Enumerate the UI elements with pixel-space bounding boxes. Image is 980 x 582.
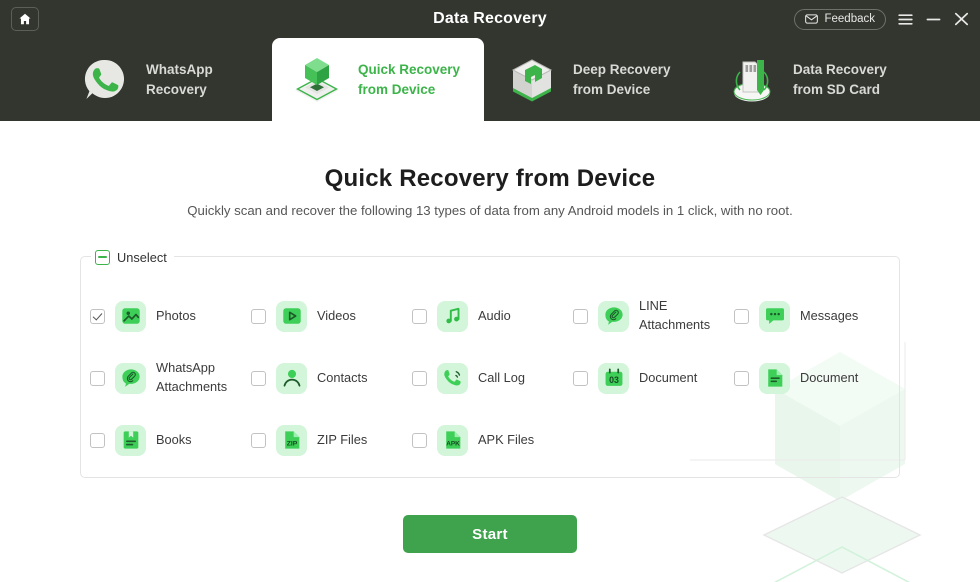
apk-file-icon: APK bbox=[437, 424, 468, 456]
start-button[interactable]: Start bbox=[403, 515, 577, 553]
checkbox-audio[interactable] bbox=[412, 308, 427, 324]
apk-file-label: APK bbox=[446, 441, 460, 448]
checkbox-photos[interactable] bbox=[90, 308, 105, 324]
data-type-item-messages[interactable]: Messages bbox=[734, 285, 895, 347]
tab-quick-recovery-from-device[interactable]: Quick Recovery from Device bbox=[272, 38, 484, 121]
data-type-label: Messages bbox=[800, 307, 859, 323]
close-button[interactable] bbox=[953, 11, 970, 28]
minimize-icon bbox=[926, 13, 941, 26]
zip-file-icon: ZIP bbox=[276, 424, 307, 456]
select-all-checkbox[interactable] bbox=[95, 249, 110, 265]
select-all-toggle[interactable]: Unselect bbox=[91, 246, 174, 268]
whatsapp-phone-icon bbox=[78, 53, 132, 107]
window-controls: Feedback bbox=[794, 0, 970, 38]
data-type-label: Books bbox=[156, 431, 192, 447]
data-type-item-call-log[interactable]: Call Log bbox=[412, 347, 573, 409]
data-type-label: Videos bbox=[317, 307, 356, 323]
title-bar: Data Recovery Feedback bbox=[0, 0, 980, 38]
data-type-label: WhatsApp Attachments bbox=[156, 360, 228, 394]
tab-label: WhatsApp Recovery bbox=[146, 62, 213, 97]
select-all-label: Unselect bbox=[117, 249, 167, 265]
page-title: Quick Recovery from Device bbox=[324, 165, 656, 192]
data-type-item-line-attachments[interactable]: LINE Attachments bbox=[573, 285, 734, 347]
feedback-label: Feedback bbox=[824, 13, 875, 25]
checkbox-line-attachments[interactable] bbox=[573, 308, 588, 324]
data-type-label: ZIP Files bbox=[317, 431, 368, 447]
messages-icon bbox=[759, 300, 790, 332]
zip-file-label: ZIP bbox=[286, 441, 297, 448]
main-content: Quick Recovery from Device Quickly scan … bbox=[0, 121, 980, 582]
page-subtitle: Quickly scan and recover the following 1… bbox=[187, 203, 793, 218]
data-type-label: Contacts bbox=[317, 369, 368, 385]
video-icon bbox=[276, 300, 307, 332]
whatsapp-attachment-icon bbox=[115, 362, 146, 394]
hamburger-menu-button[interactable] bbox=[897, 11, 914, 28]
data-type-panel: Unselect Photos Videos Audio LINE Attach… bbox=[80, 246, 901, 478]
hamburger-menu-icon bbox=[898, 13, 913, 26]
cube-platform-icon bbox=[290, 53, 344, 107]
data-type-label: Audio bbox=[478, 307, 511, 323]
data-type-label: Call Log bbox=[478, 369, 525, 385]
tab-label: Data Recovery from SD Card bbox=[793, 62, 887, 97]
data-type-label: Document bbox=[639, 369, 698, 385]
calendar-icon: 03 bbox=[598, 362, 629, 394]
sd-card-icon bbox=[725, 53, 779, 107]
data-type-item-calendar[interactable]: 03 Document bbox=[573, 347, 734, 409]
checkbox-videos[interactable] bbox=[251, 308, 266, 324]
checkbox-calendar[interactable] bbox=[573, 370, 588, 386]
tab-bar: WhatsApp Recovery Quick Recovery from De… bbox=[0, 38, 980, 121]
data-type-grid: Photos Videos Audio LINE Attachments Mes… bbox=[81, 285, 901, 471]
data-type-item-photos[interactable]: Photos bbox=[90, 285, 251, 347]
feedback-button[interactable]: Feedback bbox=[794, 8, 886, 30]
line-attachment-icon bbox=[598, 300, 629, 332]
app-window: Data Recovery Feedback WhatsApp Recovery… bbox=[0, 0, 980, 582]
home-icon bbox=[18, 12, 32, 26]
data-type-item-document[interactable]: Document bbox=[734, 347, 895, 409]
close-icon bbox=[954, 12, 969, 26]
data-type-item-books[interactable]: Books bbox=[90, 409, 251, 471]
checkbox-messages[interactable] bbox=[734, 308, 749, 324]
data-type-item-whatsapp-attachments[interactable]: WhatsApp Attachments bbox=[90, 347, 251, 409]
data-type-label: Document bbox=[800, 369, 859, 385]
data-type-item-contacts[interactable]: Contacts bbox=[251, 347, 412, 409]
tab-data-recovery-from-sd-card[interactable]: Data Recovery from SD Card bbox=[725, 38, 925, 121]
cube-box-icon bbox=[505, 53, 559, 107]
contacts-icon bbox=[276, 362, 307, 394]
photo-icon bbox=[115, 300, 146, 332]
data-type-label: Photos bbox=[156, 307, 196, 323]
tab-label: Deep Recovery from Device bbox=[573, 62, 671, 97]
checkbox-apk-files[interactable] bbox=[412, 432, 427, 448]
home-button[interactable] bbox=[11, 7, 39, 31]
checkbox-document[interactable] bbox=[734, 370, 749, 386]
checkbox-whatsapp-attachments[interactable] bbox=[90, 370, 105, 386]
minimize-button[interactable] bbox=[925, 11, 942, 28]
checkbox-books[interactable] bbox=[90, 432, 105, 448]
checkbox-call-log[interactable] bbox=[412, 370, 427, 386]
calendar-day-number: 03 bbox=[609, 375, 619, 385]
tab-label: Quick Recovery from Device bbox=[358, 62, 461, 97]
audio-icon bbox=[437, 300, 468, 332]
checkbox-contacts[interactable] bbox=[251, 370, 266, 386]
data-type-item-videos[interactable]: Videos bbox=[251, 285, 412, 347]
data-type-label: APK Files bbox=[478, 431, 535, 447]
data-type-item-audio[interactable]: Audio bbox=[412, 285, 573, 347]
books-icon bbox=[115, 424, 146, 456]
envelope-icon bbox=[805, 14, 819, 24]
document-icon bbox=[759, 362, 790, 394]
call-log-icon bbox=[437, 362, 468, 394]
tab-deep-recovery-from-device[interactable]: Deep Recovery from Device bbox=[505, 38, 695, 121]
checkbox-zip-files[interactable] bbox=[251, 432, 266, 448]
data-type-item-zip-files[interactable]: ZIP ZIP Files bbox=[251, 409, 412, 471]
data-type-label: LINE Attachments bbox=[639, 298, 711, 332]
data-type-item-apk-files[interactable]: APK APK Files bbox=[412, 409, 573, 471]
tab-whatsapp-recovery[interactable]: WhatsApp Recovery bbox=[78, 38, 268, 121]
